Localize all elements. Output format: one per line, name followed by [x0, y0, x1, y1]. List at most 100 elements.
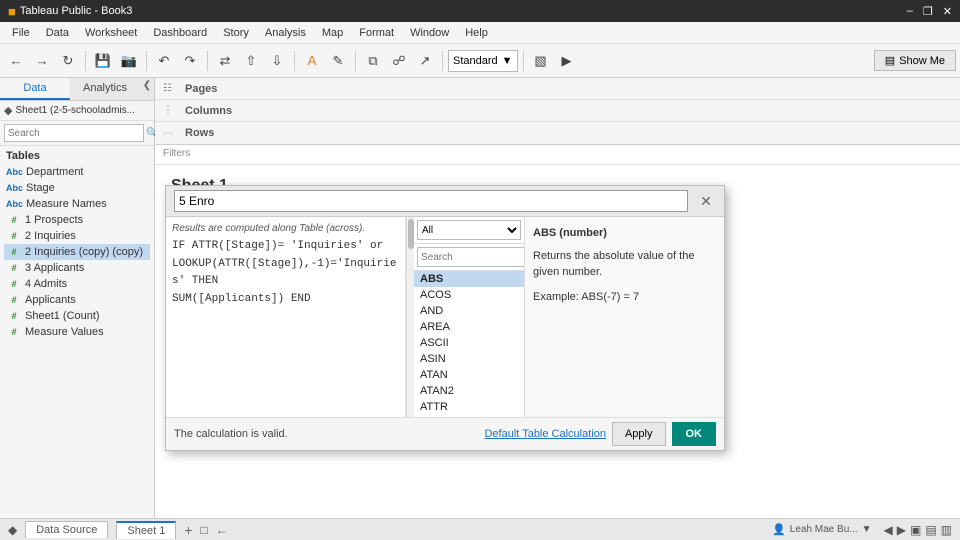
- forward-button[interactable]: →: [30, 49, 54, 73]
- apply-button[interactable]: Apply: [612, 422, 666, 446]
- pages-label: Pages: [185, 83, 217, 95]
- field-stage[interactable]: Abc Stage: [4, 180, 150, 196]
- default-table-calc-link[interactable]: Default Table Calculation: [484, 428, 605, 440]
- field-prospects[interactable]: # 1 Prospects: [4, 212, 150, 228]
- swap-button[interactable]: ⇄: [213, 49, 237, 73]
- menu-map[interactable]: Map: [314, 25, 351, 41]
- func-area[interactable]: AREA: [414, 319, 524, 335]
- redo-button[interactable]: ↷: [178, 49, 202, 73]
- status-left: ◆ Data Source Sheet 1 + □ ←: [8, 521, 228, 539]
- field-department[interactable]: Abc Department: [4, 164, 150, 180]
- field-name: 3 Applicants: [25, 262, 84, 274]
- search-input[interactable]: [4, 124, 144, 142]
- close-button[interactable]: ✕: [943, 5, 952, 18]
- field-name: 4 Admits: [25, 278, 67, 290]
- toolbar-sep-1: [85, 51, 86, 71]
- duplicate-sheet-button[interactable]: □: [201, 523, 208, 537]
- back-button[interactable]: ←: [4, 49, 28, 73]
- field-admits[interactable]: # 4 Admits: [4, 276, 150, 292]
- rows-label: Rows: [185, 127, 214, 139]
- field-sheet1-count[interactable]: # Sheet1 (Count): [4, 308, 150, 324]
- formula-editor[interactable]: IF ATTR([Stage])= 'Inquiries' or LOOKUP(…: [172, 238, 399, 411]
- minimize-button[interactable]: –: [907, 5, 913, 18]
- add-sheet-button[interactable]: +: [184, 522, 192, 538]
- formula-area: Results are computed along Table (across…: [166, 217, 406, 417]
- func-and[interactable]: AND: [414, 303, 524, 319]
- grid-icon-2[interactable]: ▤: [925, 523, 936, 537]
- field-type-icon: #: [6, 311, 22, 321]
- func-atan[interactable]: ATAN: [414, 367, 524, 383]
- color-button[interactable]: A: [300, 49, 324, 73]
- field-measure-values[interactable]: # Measure Values: [4, 324, 150, 340]
- grid-icon-3[interactable]: ▥: [941, 523, 952, 537]
- save-button[interactable]: 💾: [91, 49, 115, 73]
- func-atan2[interactable]: ATAN2: [414, 383, 524, 399]
- field-type-icon: #: [6, 263, 22, 273]
- undo-button[interactable]: ↶: [152, 49, 176, 73]
- sheet-tab[interactable]: Sheet 1: [116, 521, 176, 539]
- menu-story[interactable]: Story: [215, 25, 257, 41]
- func-category-select[interactable]: All: [417, 220, 521, 240]
- move-left-button[interactable]: ←: [216, 523, 228, 537]
- grid-icon-1[interactable]: ▣: [910, 523, 921, 537]
- refresh-button[interactable]: ↻: [56, 49, 80, 73]
- data-source-tab[interactable]: Data Source: [25, 521, 108, 538]
- field-name: Department: [26, 166, 83, 178]
- func-asin[interactable]: ASIN: [414, 351, 524, 367]
- field-inquiries-copy[interactable]: # 2 Inquiries (copy) (copy): [4, 244, 150, 260]
- toolbar-sep-4: [294, 51, 295, 71]
- nav-prev-icon[interactable]: ◀: [884, 523, 893, 537]
- present-button[interactable]: ▶: [555, 49, 579, 73]
- calc-dialog: ✕ Results are computed along Table (acro…: [165, 185, 725, 451]
- tab-analytics[interactable]: Analytics: [70, 78, 140, 100]
- menu-window[interactable]: Window: [402, 25, 457, 41]
- field-name: 2 Inquiries: [25, 230, 76, 242]
- panel-close-button[interactable]: ❮: [140, 78, 154, 92]
- sort-desc-button[interactable]: ⇩: [265, 49, 289, 73]
- group-button[interactable]: ⧉: [361, 49, 385, 73]
- menu-analysis[interactable]: Analysis: [257, 25, 314, 41]
- toolbar-sep-7: [523, 51, 524, 71]
- toolbar-sep-3: [207, 51, 208, 71]
- chart-button[interactable]: ▧: [529, 49, 553, 73]
- func-abs[interactable]: ABS: [414, 271, 524, 287]
- function-panel: All ABS ACOS AND AREA ASCI: [414, 217, 524, 417]
- field-applicants-3[interactable]: # 3 Applicants: [4, 260, 150, 276]
- standard-dropdown[interactable]: Standard ▼: [448, 50, 518, 72]
- field-name: Measure Values: [25, 326, 104, 338]
- filters-label: Filters: [163, 148, 190, 159]
- restore-button[interactable]: ❐: [923, 5, 933, 18]
- user-dropdown-icon[interactable]: ▼: [862, 524, 872, 535]
- tab-data[interactable]: Data: [0, 78, 70, 100]
- canvas-area[interactable]: Sheet 1 ✕ Results are computed along Tab…: [155, 165, 960, 518]
- menu-dashboard[interactable]: Dashboard: [145, 25, 215, 41]
- highlight-button[interactable]: ✎: [326, 49, 350, 73]
- field-inquiries[interactable]: # 2 Inquiries: [4, 228, 150, 244]
- formula-scrollbar[interactable]: [406, 217, 414, 417]
- sort-asc-button[interactable]: ⇧: [239, 49, 263, 73]
- field-measure-names[interactable]: Abc Measure Names: [4, 196, 150, 212]
- func-acos[interactable]: ACOS: [414, 287, 524, 303]
- field-applicants[interactable]: # Applicants: [4, 292, 150, 308]
- show-me-button[interactable]: ▤ Show Me: [874, 50, 956, 71]
- print-button[interactable]: 📷: [117, 49, 141, 73]
- columns-icon: ⋮: [163, 105, 173, 116]
- calc-name-input[interactable]: [174, 190, 688, 212]
- func-attr[interactable]: ATTR: [414, 399, 524, 415]
- menu-worksheet[interactable]: Worksheet: [77, 25, 145, 41]
- label-button[interactable]: ☍: [387, 49, 411, 73]
- func-ascii[interactable]: ASCII: [414, 335, 524, 351]
- field-type-icon: #: [6, 247, 22, 257]
- func-filter-row: All: [414, 217, 524, 244]
- menu-file[interactable]: File: [4, 25, 38, 41]
- ok-button[interactable]: OK: [672, 422, 717, 446]
- menu-data[interactable]: Data: [38, 25, 77, 41]
- menu-format[interactable]: Format: [351, 25, 402, 41]
- fit-button[interactable]: ↗: [413, 49, 437, 73]
- source-name: Sheet1 (2-5-schooladmis...: [15, 105, 150, 116]
- nav-next-icon[interactable]: ▶: [897, 523, 906, 537]
- menu-help[interactable]: Help: [457, 25, 496, 41]
- panel-tabs: Data Analytics ❮: [0, 78, 154, 101]
- dialog-close-button[interactable]: ✕: [696, 191, 716, 211]
- search-bar: 🔍 ▤ ▨: [0, 121, 154, 146]
